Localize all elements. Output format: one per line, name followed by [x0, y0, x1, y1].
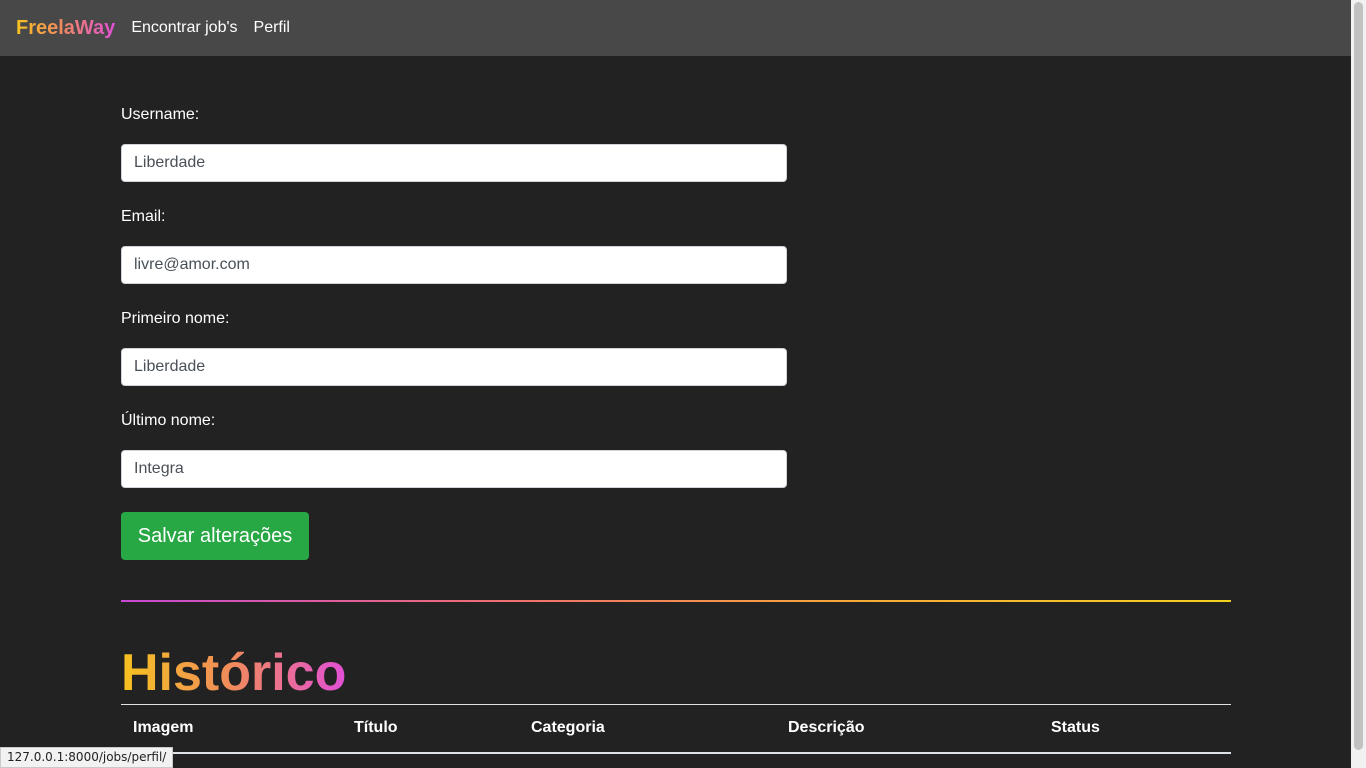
- scrollbar-thumb[interactable]: [1354, 2, 1363, 750]
- column-header-description: Descrição: [788, 719, 865, 736]
- column-header-image: Imagem: [133, 719, 194, 736]
- nav-link-profile[interactable]: Perfil: [246, 0, 298, 56]
- username-label: Username:: [121, 106, 200, 123]
- nav-link-find-jobs[interactable]: Encontrar job's: [123, 0, 245, 56]
- brand-logo-link[interactable]: FreelaWay: [16, 0, 115, 56]
- column-header-category: Categoria: [531, 719, 605, 736]
- top-navbar: FreelaWay Encontrar job's Perfil: [0, 0, 1351, 56]
- table-header-border: [121, 752, 1231, 754]
- column-header-status: Status: [1051, 719, 1100, 736]
- first-name-label: Primeiro nome:: [121, 310, 230, 327]
- page-scrollbar[interactable]: [1351, 0, 1366, 768]
- column-header-title: Título: [354, 719, 398, 736]
- save-changes-button[interactable]: Salvar alterações: [121, 512, 309, 560]
- last-name-input[interactable]: [121, 450, 787, 488]
- email-input[interactable]: [121, 246, 787, 284]
- browser-status-url: 127.0.0.1:8000/jobs/perfil/: [0, 747, 174, 768]
- history-heading: Histórico: [121, 644, 347, 702]
- last-name-label: Último nome:: [121, 412, 216, 429]
- section-divider: [121, 600, 1231, 602]
- table-top-border: [121, 704, 1231, 705]
- first-name-input[interactable]: [121, 348, 787, 386]
- email-label: Email:: [121, 208, 166, 225]
- username-input[interactable]: [121, 144, 787, 182]
